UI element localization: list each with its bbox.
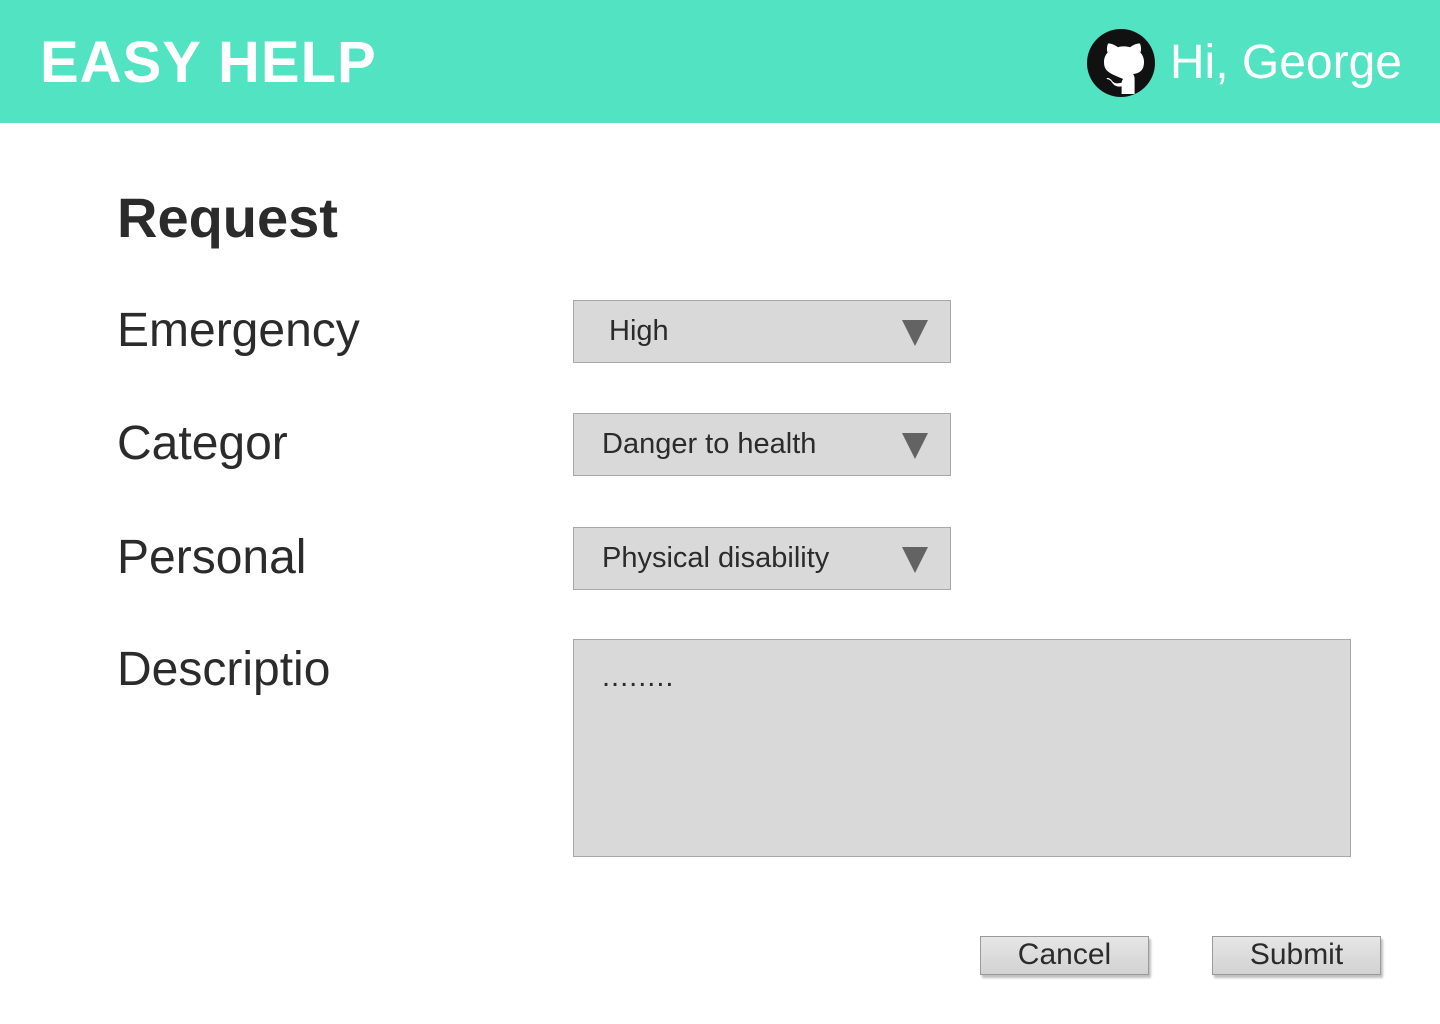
chevron-down-icon[interactable] — [902, 547, 928, 573]
category-select-value: Danger to health — [602, 428, 817, 460]
page-title: Request — [117, 186, 338, 249]
emergency-select-value: High — [609, 315, 669, 347]
emergency-label: Emergency — [117, 304, 360, 357]
chevron-down-icon[interactable] — [902, 320, 928, 346]
description-textarea[interactable]: ........ — [573, 639, 1351, 857]
personal-select[interactable]: Physical disability — [573, 527, 951, 590]
user-menu[interactable]: Hi, George — [1086, 28, 1402, 98]
brand-logo[interactable]: EASY HELP — [40, 28, 377, 98]
category-label: Categor — [117, 417, 288, 470]
emergency-select[interactable]: High — [573, 300, 951, 363]
github-icon[interactable] — [1086, 28, 1156, 98]
description-text: ........ — [602, 661, 675, 693]
user-greeting: Hi, George — [1169, 36, 1402, 89]
personal-label: Personal — [117, 531, 307, 584]
category-select[interactable]: Danger to health — [573, 413, 951, 476]
submit-button[interactable]: Submit — [1212, 936, 1381, 975]
app-header: EASY HELP Hi, George — [0, 0, 1440, 123]
chevron-down-icon[interactable] — [902, 433, 928, 459]
cancel-button[interactable]: Cancel — [980, 936, 1149, 975]
personal-select-value: Physical disability — [602, 542, 830, 574]
description-label: Descriptio — [117, 643, 331, 696]
